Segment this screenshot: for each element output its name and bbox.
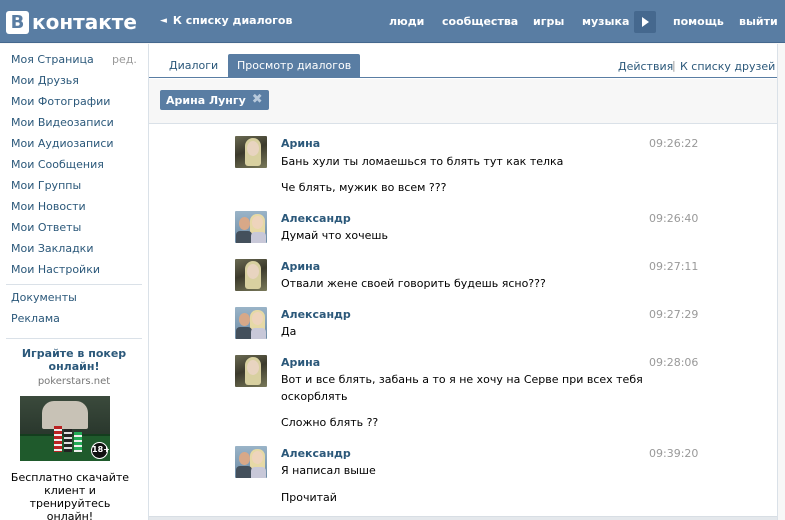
participant-chip[interactable]: Арина Лунгу ✖: [160, 90, 269, 110]
participant-filter-area: Арина Лунгу ✖: [149, 79, 777, 124]
top-header: B контакте ◄ К списку диалогов люди сооб…: [0, 0, 785, 43]
avatar[interactable]: [235, 307, 267, 339]
participant-chip-label: Арина Лунгу: [166, 93, 246, 107]
sidebar-item-answers[interactable]: Мои Ответы: [11, 221, 81, 234]
message-time: 09:27:11: [649, 260, 699, 273]
sidebar-item-audio[interactable]: Мои Аудиозаписи: [11, 137, 114, 150]
sidebar-divider: [6, 338, 142, 339]
sidebar-item-bookmarks[interactable]: Мои Закладки: [11, 242, 93, 255]
sidebar-item-videos[interactable]: Мои Видеозаписи: [11, 116, 114, 129]
message-author[interactable]: Арина: [281, 137, 320, 150]
ad-domain: pokerstars.net: [37, 376, 111, 387]
nav-music[interactable]: музыка: [582, 15, 629, 28]
sidebar-item-groups[interactable]: Мои Группы: [11, 179, 81, 192]
avatar[interactable]: [235, 446, 267, 478]
actions-link[interactable]: Действия: [618, 60, 673, 73]
message-time: 09:27:29: [649, 308, 699, 321]
avatar[interactable]: [235, 259, 267, 291]
tabs-bar: Диалоги Просмотр диалогов Действия | К с…: [149, 44, 777, 78]
logo-text: контакте: [32, 10, 137, 34]
message-text: Вот и все блять, забань а то я не хочу н…: [281, 373, 643, 386]
nav-logout[interactable]: выйти: [739, 15, 778, 28]
sidebar-item-news[interactable]: Мои Новости: [11, 200, 86, 213]
panel-bottom-edge: [149, 516, 777, 520]
play-arrow-icon: [641, 17, 649, 27]
ad-image-chair: [42, 401, 88, 429]
message-text: Думай что хочешь: [281, 229, 388, 242]
avatar[interactable]: [235, 355, 267, 387]
message-text: Отвали жене своей говорить будешь ясно??…: [281, 277, 546, 290]
message-text: Бань хули ты ломаешься то блять тут как …: [281, 155, 564, 168]
nav-people[interactable]: люди: [389, 15, 424, 28]
ad-title[interactable]: Играйте в покер онлайн!: [6, 347, 142, 373]
sidebar-item-photos[interactable]: Мои Фотографии: [11, 95, 110, 108]
sidebar-item-friends[interactable]: Мои Друзья: [11, 74, 79, 87]
dialog-view-panel: Диалоги Просмотр диалогов Действия | К с…: [148, 44, 778, 520]
avatar[interactable]: [235, 136, 267, 168]
tab-view-dialogs[interactable]: Просмотр диалогов: [228, 54, 361, 78]
message-author[interactable]: Арина: [281, 260, 320, 273]
logo-mark: B: [6, 10, 29, 34]
back-to-dialogs-label: К списку диалогов: [172, 14, 293, 27]
message-time: 09:26:22: [649, 137, 699, 150]
message-text: Прочитай: [281, 491, 337, 504]
message-text: оскорблять: [281, 390, 348, 403]
sidebar-item-my-page[interactable]: Моя Страница: [11, 53, 94, 66]
nav-communities[interactable]: сообщества: [442, 15, 518, 28]
back-to-dialogs-link[interactable]: ◄ К списку диалогов: [160, 14, 292, 27]
vk-logo[interactable]: B контакте: [6, 10, 137, 34]
message-text: Сложно блять ??: [281, 416, 379, 429]
ad-image[interactable]: 18+: [20, 396, 110, 461]
sidebar-edit-link[interactable]: ред.: [112, 53, 137, 66]
chips-icon: [74, 432, 82, 452]
nav-more-button[interactable]: [634, 11, 656, 33]
friends-list-link[interactable]: К списку друзей: [680, 60, 775, 73]
message-text: Я написал выше: [281, 464, 376, 477]
tab-dialogs[interactable]: Диалоги: [160, 54, 227, 78]
message-time: 09:28:06: [649, 356, 699, 369]
ad-text: Бесплатно скачайте клиент и тренируйтесь…: [10, 471, 130, 520]
nav-games[interactable]: игры: [533, 15, 564, 28]
sidebar-item-ads[interactable]: Реклама: [11, 312, 60, 325]
message-author[interactable]: Арина: [281, 356, 320, 369]
sidebar-item-settings[interactable]: Мои Настройки: [11, 263, 100, 276]
message-time: 09:26:40: [649, 212, 699, 225]
message-author[interactable]: Александр: [281, 447, 351, 460]
chips-icon: [64, 429, 72, 452]
avatar[interactable]: [235, 211, 267, 243]
link-separator: |: [672, 59, 676, 72]
sidebar-item-documents[interactable]: Документы: [11, 291, 77, 304]
message-list: Арина 09:26:22 Бань хули ты ломаешься то…: [149, 125, 777, 517]
message-text: Да: [281, 325, 297, 338]
age-rating-badge: 18+: [91, 442, 110, 459]
message-text: Че блять, мужик во всем ???: [281, 181, 447, 194]
message-time: 09:39:20: [649, 447, 699, 460]
message-author[interactable]: Александр: [281, 212, 351, 225]
sidebar-item-messages[interactable]: Мои Сообщения: [11, 158, 104, 171]
sidebar-divider: [6, 284, 142, 285]
message-author[interactable]: Александр: [281, 308, 351, 321]
back-arrow-icon: ◄: [160, 15, 167, 26]
close-icon[interactable]: ✖: [252, 93, 263, 106]
chips-icon: [54, 426, 62, 452]
nav-help[interactable]: помощь: [673, 15, 724, 28]
